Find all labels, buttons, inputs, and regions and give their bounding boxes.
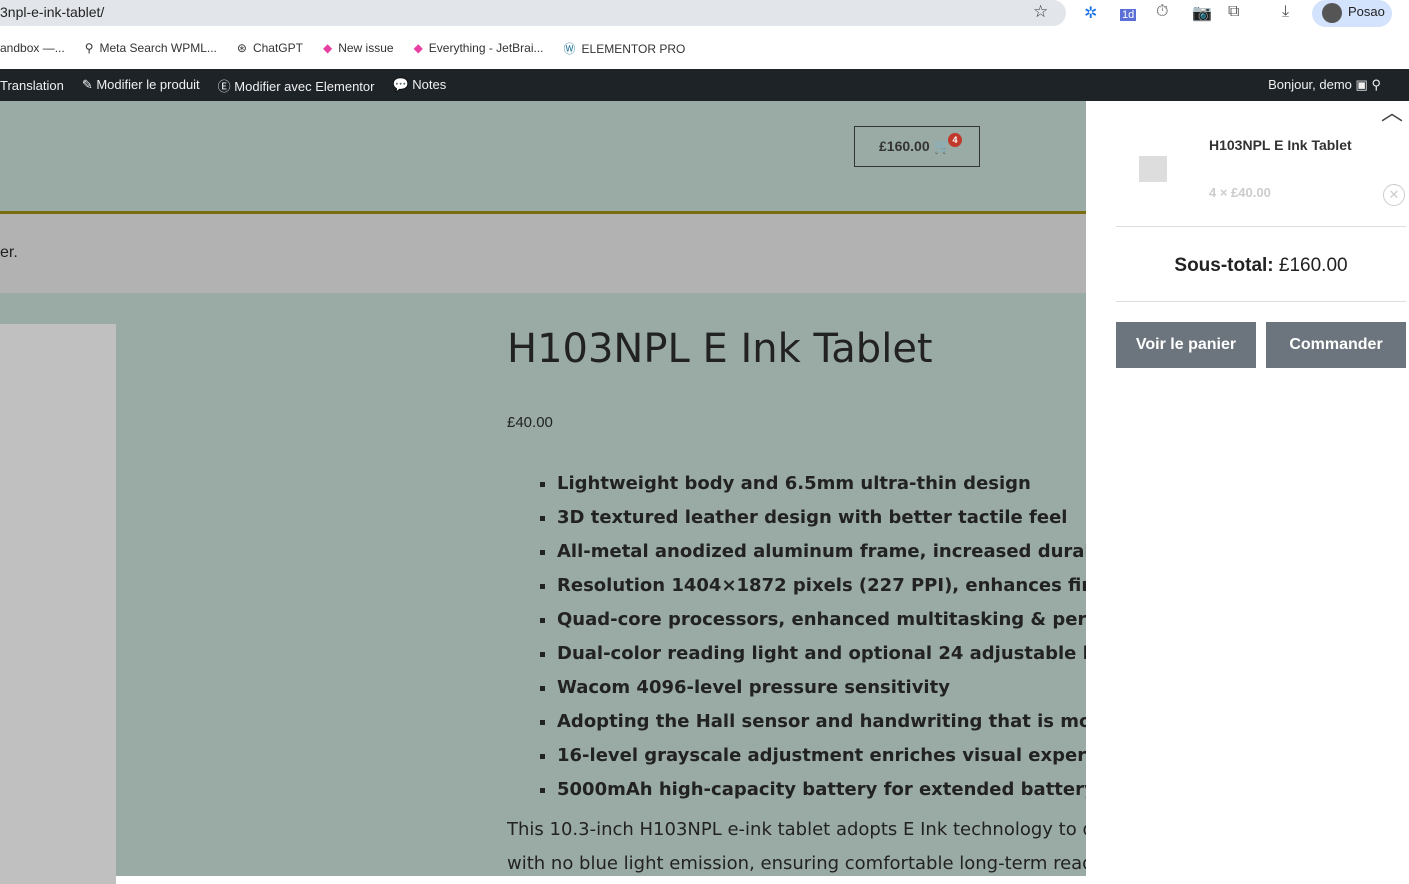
admin-edit-product[interactable]: ✎ Modifier le produit <box>82 77 200 93</box>
elementor-icon: Ⓔ <box>217 78 235 94</box>
bookmark[interactable]: Ⓦ ELEMENTOR PRO <box>564 40 686 57</box>
avatar <box>1322 3 1342 23</box>
cart-item-quantity: 4 × £40.00 <box>1209 185 1271 200</box>
product-description: This 10.3-inch H103NPL e-ink tablet adop… <box>507 819 1086 874</box>
bookmark[interactable]: ◆ New issue <box>323 41 394 55</box>
download-icon[interactable]: ⤓ <box>1282 3 1289 21</box>
admin-notes[interactable]: 💬 Notes <box>392 77 446 93</box>
bookmark[interactable]: ⊛ ChatGPT <box>237 41 303 55</box>
feature-item: 5000mAh high-capacity battery for extend… <box>557 779 1097 813</box>
jetbrains-icon: ◆ <box>413 41 423 55</box>
admin-account[interactable]: Bonjour, demo ▣ ⚲ <box>1268 77 1381 93</box>
wordpress-icon: Ⓦ <box>563 41 576 56</box>
product-image[interactable] <box>0 324 116 884</box>
bookmarks-bar: andbox —... ⚲ Meta Search WPML... ⊛ ChatGP… <box>0 28 1409 68</box>
pencil-icon: ✎ <box>81 77 97 92</box>
checkout-button[interactable]: Commander <box>1266 322 1406 368</box>
feature-item: Dual-color reading light and optional 24… <box>557 643 1097 677</box>
camera-icon[interactable]: 📷 <box>1192 3 1212 23</box>
chatgpt-icon: ⊛ <box>236 41 247 55</box>
search-icon: ⚲ <box>1371 77 1381 92</box>
feature-item: 16-level grayscale adjustment enriches v… <box>557 745 1097 779</box>
feature-item: Lightweight body and 6.5mm ultra-thin de… <box>557 473 1097 507</box>
search-icon: ⚲ <box>84 41 94 55</box>
product-title: H103NPL E Ink Tablet <box>507 326 933 372</box>
notice-text: er. <box>0 214 1086 293</box>
browser-toolbar: 3npl-e-ink-tablet/ ☆ ✲ 1d ⏱ 📷 ⧉ ⤓ Posao <box>0 0 1409 28</box>
bookmark[interactable]: andbox —... <box>0 41 65 55</box>
divider <box>1116 226 1406 227</box>
cart-item-name[interactable]: H103NPL E Ink Tablet <box>1209 137 1352 153</box>
feature-item: 3D textured leather design with better t… <box>557 507 1097 541</box>
cart-count-badge: 4 <box>948 133 962 147</box>
bookmark-star-icon[interactable]: ☆ <box>1033 2 1048 22</box>
admin-edit-elementor[interactable]: Ⓔ Modifier avec Elementor <box>218 76 375 95</box>
subtotal: Sous-total: £160.00 <box>1174 255 1348 276</box>
profile-name: Posao <box>1348 4 1385 19</box>
image-placeholder-icon <box>1139 156 1167 182</box>
user-avatar-icon: ▣ <box>1355 77 1368 92</box>
jetbrains-icon: ◆ <box>322 41 333 55</box>
calendar-extension-icon[interactable]: 1d <box>1120 9 1137 21</box>
view-cart-button[interactable]: Voir le panier <box>1116 322 1256 368</box>
mini-cart-panel: ︿ H103NPL E Ink Tablet 4 × £40.00 ✕ Sous… <box>1086 100 1409 876</box>
bookmark[interactable]: ◆ Everything - JetBrai... <box>414 41 544 55</box>
wp-admin-bar: Translation ✎ Modifier le produit Ⓔ Modi… <box>0 69 1409 101</box>
admin-translation[interactable]: Translation <box>0 78 64 93</box>
feature-item: Quad-core processors, enhanced multitask… <box>557 609 1097 643</box>
header-cart-button[interactable]: £160.00 🛒 4 <box>854 126 980 167</box>
feature-item: Wacom 4096-level pressure sensitivity <box>557 677 1097 711</box>
comment-icon: 💬 <box>392 77 413 92</box>
feature-list: Lightweight body and 6.5mm ultra-thin de… <box>537 473 1097 813</box>
address-bar[interactable]: 3npl-e-ink-tablet/ <box>0 0 1066 26</box>
feature-item: All-metal anodized aluminum frame, incre… <box>557 541 1097 575</box>
chevron-up-close-icon[interactable]: ︿ <box>1381 95 1403 127</box>
product-page: £160.00 🛒 4 er. H103NPL E Ink Tablet £40.… <box>0 101 1097 884</box>
divider <box>1116 301 1406 302</box>
timer-icon[interactable]: ⏱ <box>1156 3 1168 21</box>
profile-button[interactable]: Posao <box>1312 0 1392 27</box>
extension-gear-icon[interactable]: ✲ <box>1084 3 1097 23</box>
product-price: £40.00 <box>507 414 553 431</box>
extensions-puzzle-icon[interactable]: ⧉ <box>1228 3 1239 21</box>
feature-item: Resolution 1404×1872 pixels (227 PPI), e… <box>557 575 1097 609</box>
bookmark[interactable]: ⚲ Meta Search WPML... <box>85 41 217 55</box>
feature-item: Adopting the Hall sensor and handwriting… <box>557 711 1097 745</box>
remove-item-icon[interactable]: ✕ <box>1383 184 1405 206</box>
